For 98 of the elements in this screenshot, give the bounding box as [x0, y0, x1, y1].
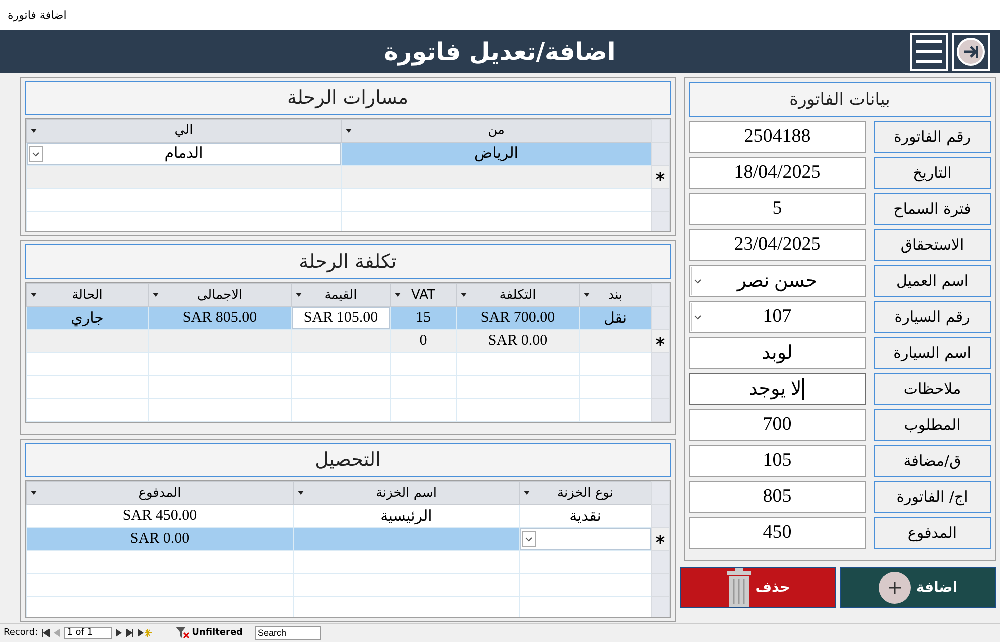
field-label: ملاحظات	[874, 373, 991, 405]
menu-icon	[914, 38, 944, 64]
table-cell[interactable]: SAR 805.00	[148, 306, 292, 330]
input-field[interactable]: 5	[689, 193, 866, 225]
input-field[interactable]: 805	[689, 481, 866, 513]
filter-clear-icon	[176, 627, 190, 639]
field-label: اسم العميل	[874, 265, 991, 297]
field-label: رقم السيارة	[874, 301, 991, 333]
plus-icon	[878, 570, 912, 604]
table-cell[interactable]	[26, 330, 148, 352]
table-cell[interactable]: الرياض	[342, 142, 652, 166]
exit-button[interactable]	[952, 32, 990, 70]
column-header[interactable]: نوع الخزنة	[520, 482, 652, 505]
table-cell[interactable]	[294, 528, 520, 551]
sort-arrow-icon[interactable]	[524, 491, 530, 496]
section-title: التحصيل	[25, 443, 671, 478]
column-header[interactable]: القيمة	[292, 284, 390, 306]
asterisk-icon	[656, 534, 665, 544]
column-header[interactable]: الاجمالى	[148, 284, 292, 306]
input-field[interactable]: 23/04/2025	[689, 229, 866, 261]
asterisk-icon	[656, 336, 665, 346]
field-label: المطلوب	[874, 409, 991, 441]
input-field[interactable]: لا يوجد	[689, 373, 866, 405]
section-title: بيانات الفاتورة	[689, 82, 991, 117]
input-field[interactable]: لوبد	[689, 337, 866, 369]
sort-arrow-icon[interactable]	[298, 491, 304, 496]
column-header[interactable]: التكلفة	[456, 284, 580, 306]
field-label: المدفوع	[874, 517, 991, 549]
table-cell[interactable]	[520, 528, 652, 551]
new-record-icon[interactable]	[138, 629, 152, 637]
table-cell[interactable]: SAR 700.00	[456, 306, 580, 330]
table-cell[interactable]: SAR 105.00	[292, 306, 390, 330]
field-label: اج/ الفاتورة	[874, 481, 991, 513]
search-field[interactable]: Search	[255, 626, 322, 640]
table-cell[interactable]	[148, 330, 292, 352]
sort-arrow-icon[interactable]	[395, 293, 401, 297]
field-label: التاريخ	[874, 157, 991, 189]
table-cell[interactable]: نقل	[580, 306, 652, 330]
record-position-field[interactable]: 1 of 1	[64, 627, 112, 639]
last-record-icon[interactable]	[126, 629, 134, 637]
dropdown-icon[interactable]	[522, 531, 536, 548]
menu-button[interactable]	[910, 32, 948, 70]
table-cell[interactable]: الدمام	[26, 142, 342, 166]
field-label: الاستحقاق	[874, 229, 991, 261]
record-selector[interactable]	[652, 330, 670, 352]
next-record-icon[interactable]	[116, 629, 122, 637]
table-cell[interactable]	[342, 165, 652, 188]
input-field[interactable]: 105	[689, 445, 866, 477]
field-label: اسم السيارة	[874, 337, 991, 369]
select-all-cell[interactable]	[652, 284, 670, 306]
column-header[interactable]: VAT	[390, 284, 456, 306]
sort-arrow-icon[interactable]	[296, 293, 302, 297]
sort-arrow-icon[interactable]	[584, 293, 590, 297]
section-title: تكلفة الرحلة	[25, 244, 671, 279]
input-field[interactable]: 450	[689, 517, 866, 549]
column-header[interactable]: اسم الخزنة	[294, 482, 520, 505]
record-selector[interactable]	[652, 165, 670, 188]
field-label: فترة السماح	[874, 193, 991, 225]
trash-icon	[726, 568, 752, 608]
window-title: اضافة فاتورة	[8, 8, 67, 22]
table-cell[interactable]: SAR 0.00	[26, 528, 294, 551]
table-cell[interactable]: 0	[390, 330, 456, 352]
select-all-cell[interactable]	[652, 119, 670, 142]
field-label: رقم الفاتورة	[874, 121, 991, 153]
dropdown-icon[interactable]	[29, 146, 43, 162]
sort-arrow-icon[interactable]	[153, 293, 159, 297]
record-label: Record:	[4, 628, 38, 638]
record-selector[interactable]	[652, 528, 670, 551]
field-label: ق/مضافة	[874, 445, 991, 477]
filter-button[interactable]: Unfiltered	[168, 627, 252, 639]
sort-arrow-icon[interactable]	[31, 491, 37, 496]
table-cell[interactable]	[292, 330, 390, 352]
sort-arrow-icon[interactable]	[31, 128, 37, 133]
table-cell[interactable]: SAR 0.00	[456, 330, 580, 352]
input-field[interactable]: 2504188	[689, 121, 866, 153]
column-header[interactable]: من	[342, 119, 652, 142]
select-all-cell[interactable]	[652, 482, 670, 505]
table-cell[interactable]: جاري	[26, 306, 148, 330]
column-header[interactable]: الي	[26, 119, 342, 142]
column-header[interactable]: بند	[580, 284, 652, 306]
input-field[interactable]: 700	[689, 409, 866, 441]
first-record-icon[interactable]	[42, 629, 50, 637]
column-header[interactable]: الحالة	[26, 284, 148, 306]
combo-field[interactable]: 107	[689, 301, 866, 333]
table-cell[interactable]	[26, 165, 342, 188]
delete-button[interactable]: حذف	[680, 567, 836, 608]
section-title: مسارات الرحلة	[25, 81, 671, 115]
table-cell[interactable]	[580, 330, 652, 352]
asterisk-icon	[656, 172, 665, 182]
combo-field[interactable]: حسن نصر	[689, 265, 866, 297]
input-field[interactable]: 18/04/2025	[689, 157, 866, 189]
sort-arrow-icon[interactable]	[461, 293, 467, 297]
column-header[interactable]: المدفوع	[26, 482, 294, 505]
add-button[interactable]: اضافة	[840, 567, 996, 608]
table-cell[interactable]: 15	[390, 306, 456, 330]
form-title: اضافة/تعديل فاتورة	[383, 38, 617, 66]
sort-arrow-icon[interactable]	[346, 128, 352, 133]
sort-arrow-icon[interactable]	[31, 293, 37, 297]
